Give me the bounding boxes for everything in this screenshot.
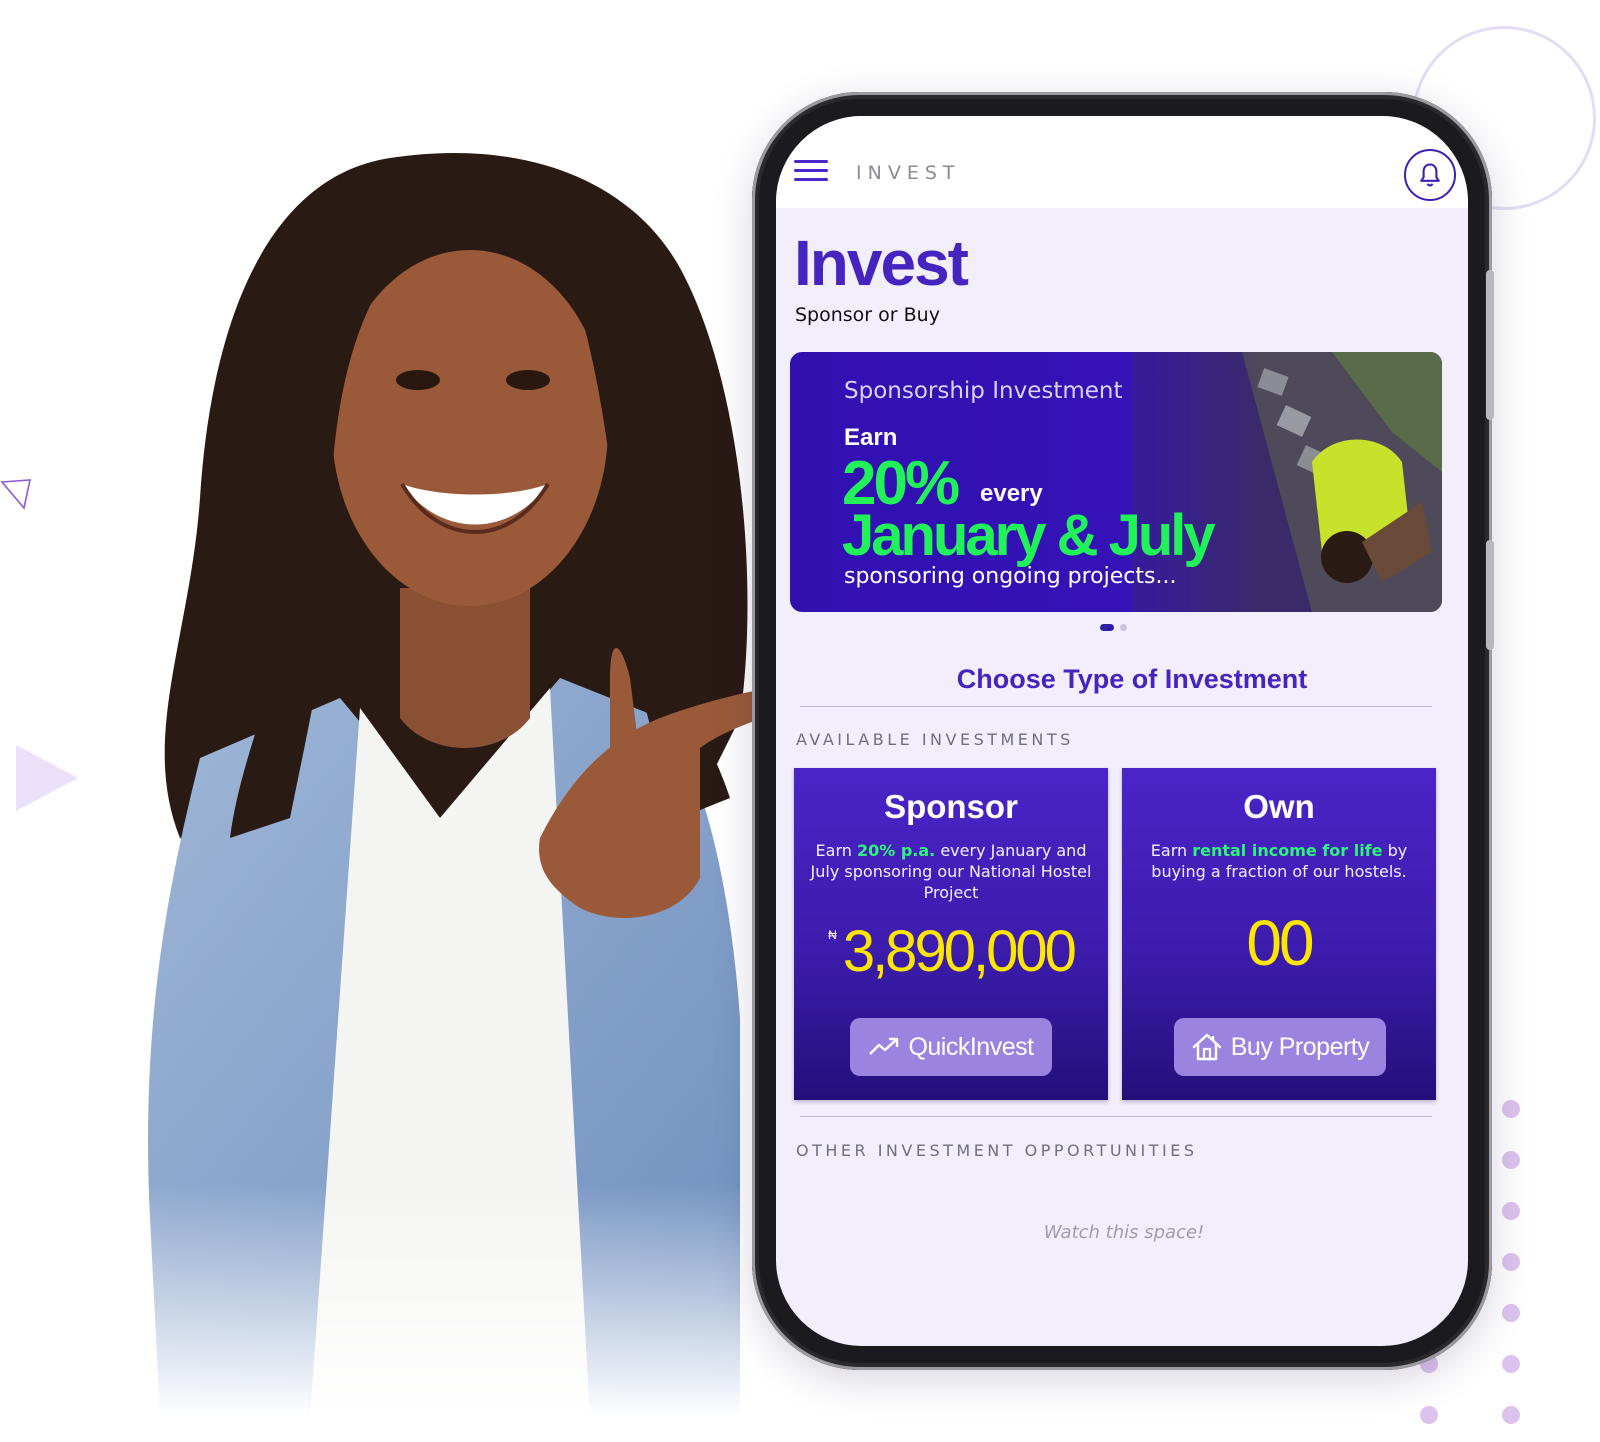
banner-months: January & July — [842, 503, 1216, 568]
notification-button[interactable] — [1404, 149, 1456, 201]
top-bar-title: INVEST — [856, 162, 961, 184]
house-icon — [1192, 1033, 1221, 1061]
card-description: Earn 20% p.a. every January and July spo… — [810, 841, 1092, 902]
carousel-dot-active[interactable] — [1100, 624, 1114, 631]
available-investments-label: AVAILABLE INVESTMENTS — [796, 730, 1074, 749]
divider — [800, 1116, 1432, 1117]
card-title: Own — [1243, 788, 1315, 825]
empty-state-message: Watch this space! — [1043, 1222, 1205, 1243]
own-amount: 00 — [1246, 907, 1314, 979]
promo-banner[interactable]: Sponsorship Investment Earn 20% every Ja… — [790, 352, 1442, 612]
triangle-solid-icon — [16, 745, 78, 811]
banner-tagline: sponsoring ongoing projects... — [844, 564, 1177, 589]
phone-side-button — [1486, 540, 1494, 650]
top-bar: INVEST — [776, 116, 1468, 208]
hamburger-menu-icon[interactable] — [794, 160, 828, 182]
page-subtitle: Sponsor or Buy — [795, 304, 940, 326]
app-screen: INVEST Invest Sponsor or Buy Sponsorship… — [776, 116, 1468, 1346]
other-investments-label: OTHER INVESTMENT OPPORTUNITIES — [796, 1141, 1198, 1160]
banner-kicker: Sponsorship Investment — [844, 378, 1123, 404]
triangle-outline-icon — [0, 479, 32, 510]
page-title: Invest — [794, 227, 969, 299]
sponsor-card: Sponsor Earn 20% p.a. every January and … — [794, 768, 1108, 1100]
button-label: Buy Property — [1230, 1032, 1370, 1061]
sponsor-amount: ₦ 3,890,000 — [828, 919, 1077, 984]
phone-frame: INVEST Invest Sponsor or Buy Sponsorship… — [752, 92, 1494, 1370]
bell-icon — [1420, 163, 1440, 187]
divider — [800, 706, 1432, 707]
card-description: Earn rental income for life by buying a … — [1150, 841, 1408, 881]
currency-symbol: ₦ — [828, 928, 837, 942]
section-heading: Choose Type of Investment — [956, 664, 1308, 694]
card-highlight: 20% p.a. — [856, 841, 936, 860]
carousel-indicator — [1100, 624, 1127, 632]
carousel-dot[interactable] — [1120, 624, 1127, 631]
quickinvest-button[interactable]: QuickInvest — [850, 1018, 1052, 1076]
buy-property-button[interactable]: Buy Property — [1174, 1018, 1386, 1076]
card-title: Sponsor — [884, 788, 1018, 825]
trending-up-icon — [869, 1037, 899, 1055]
own-card: Own Earn rental income for life by buyin… — [1122, 768, 1436, 1100]
smiling-woman-illustration — [140, 118, 830, 1418]
button-label: QuickInvest — [908, 1032, 1034, 1061]
card-highlight: rental income for life — [1192, 841, 1383, 860]
phone-side-button — [1486, 270, 1494, 420]
